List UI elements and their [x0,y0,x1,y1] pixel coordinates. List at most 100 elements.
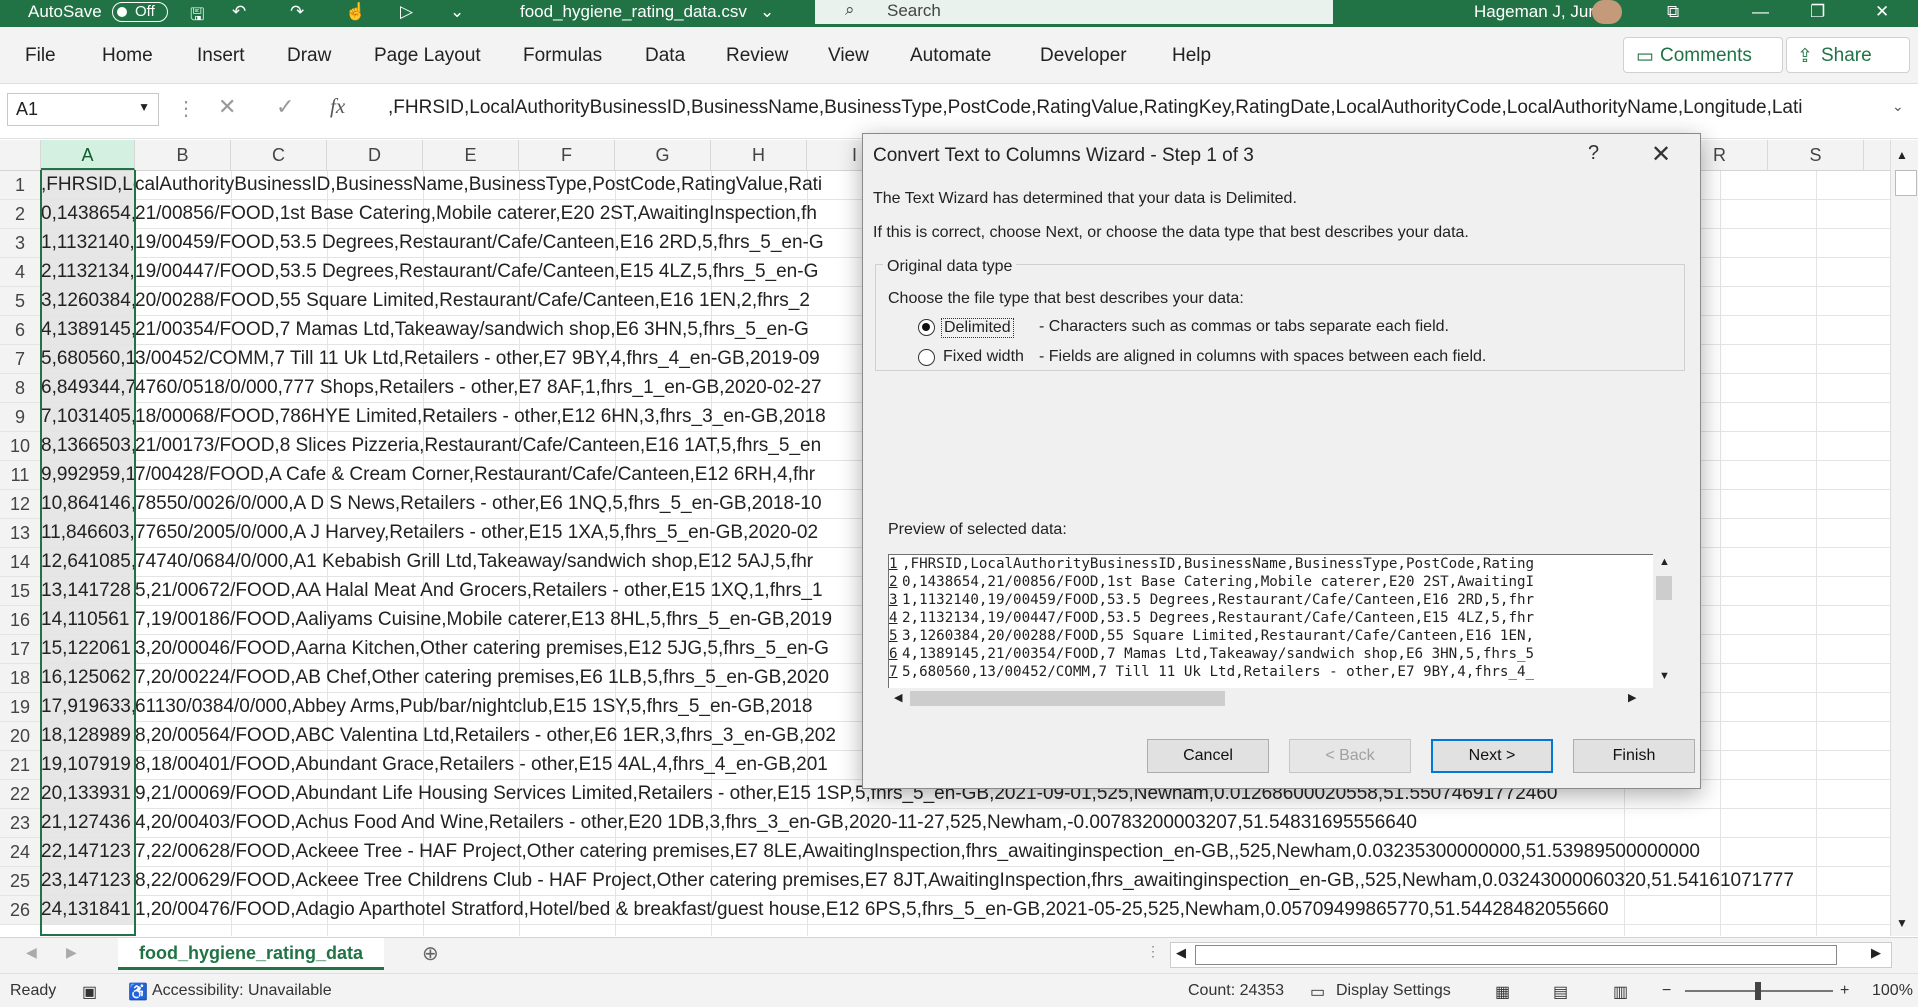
preview-scroll-thumb[interactable] [1656,576,1672,600]
menu-home[interactable]: Home [102,45,153,67]
row-header[interactable]: 22 [0,780,41,808]
zoom-level[interactable]: 100% [1872,982,1913,1000]
menu-help[interactable]: Help [1172,45,1211,67]
column-header-h[interactable]: H [711,140,807,170]
window-filename[interactable]: food_hygiene_rating_data.csv [520,2,747,22]
preview-scroll-right-icon[interactable]: ▶ [1628,691,1636,704]
preview-horizontal-scrollbar[interactable]: ◀ ▶ [888,688,1675,709]
menu-insert[interactable]: Insert [197,45,245,67]
expand-formula-icon[interactable]: ⌄ [1892,98,1904,115]
preview-vertical-scrollbar[interactable]: ▲ ▼ [1653,554,1675,688]
vertical-scrollbar[interactable]: ▲ ▼ [1890,140,1918,936]
comments-button[interactable]: ▭ Comments [1623,37,1783,73]
redo-icon[interactable]: ↷ [290,2,304,22]
back-button[interactable]: < Back [1289,739,1411,773]
row-header[interactable]: 4 [0,258,41,286]
delimited-label[interactable]: Delimited [941,318,1014,338]
row-header[interactable]: 26 [0,896,41,924]
help-icon[interactable]: ? [1588,142,1599,165]
row-header[interactable]: 14 [0,548,41,576]
row-header[interactable]: 16 [0,606,41,634]
row-header[interactable]: 17 [0,635,41,663]
column-header-c[interactable]: C [231,140,327,170]
column-header-g[interactable]: G [615,140,711,170]
ribbon-display-icon[interactable]: ⧉ [1667,2,1679,22]
undo-icon[interactable]: ↶ [232,2,246,22]
zoom-slider[interactable] [1685,982,1833,1000]
normal-view-icon[interactable]: ▦ [1495,982,1510,1002]
presenter-icon[interactable]: ▷ [400,2,413,22]
menu-data[interactable]: Data [645,45,685,67]
column-header-e[interactable]: E [423,140,519,170]
scroll-right-icon[interactable]: ▶ [1871,945,1881,961]
tab-next-icon[interactable]: ▶ [66,944,77,961]
touch-mode-icon[interactable]: ☝ [345,2,366,22]
search-box[interactable]: ⌕ Search [815,0,1333,24]
row-header[interactable]: 6 [0,316,41,344]
row-header[interactable]: 23 [0,809,41,837]
row-header[interactable]: 11 [0,461,41,489]
row-header[interactable]: 3 [0,229,41,257]
scroll-thumb[interactable] [1895,170,1917,196]
splitter-icon[interactable]: ⋮ [1146,943,1160,960]
preview-scroll-left-icon[interactable]: ◀ [894,691,902,704]
confirm-entry-icon[interactable]: ✓ [276,94,294,120]
autosave-toggle[interactable]: Off [112,2,168,22]
row-header[interactable]: 8 [0,374,41,402]
row-header[interactable]: 13 [0,519,41,547]
scroll-down-icon[interactable]: ▼ [1896,916,1908,930]
finish-button[interactable]: Finish [1573,739,1695,773]
restore-icon[interactable]: ❐ [1810,2,1825,22]
page-layout-view-icon[interactable]: ▤ [1553,982,1568,1002]
select-all-corner[interactable] [0,140,41,170]
avatar[interactable] [1592,0,1622,24]
h-scroll-thumb[interactable] [1195,945,1837,965]
accessibility-status[interactable]: Accessibility: Unavailable [152,982,332,1000]
row-header[interactable]: 2 [0,200,41,228]
formula-input[interactable]: ,FHRSID,LocalAuthorityBusinessID,Busines… [388,97,1868,119]
row-header[interactable]: 15 [0,577,41,605]
sheet-tab[interactable]: food_hygiene_rating_data [118,938,384,970]
fixed-width-label[interactable]: Fixed width [943,348,1024,366]
display-settings-icon[interactable]: ▭ [1310,982,1325,1002]
preview-scroll-up-icon[interactable]: ▲ [1659,556,1670,568]
menu-view[interactable]: View [828,45,869,67]
close-icon[interactable]: ✕ [1651,140,1671,169]
column-header-b[interactable]: B [135,140,231,170]
row-header[interactable]: 20 [0,722,41,750]
add-sheet-icon[interactable]: ⊕ [422,941,439,966]
name-box[interactable]: A1 ▼ [7,93,159,126]
zoom-in-icon[interactable]: + [1840,982,1849,1000]
column-header-s[interactable]: S [1768,140,1864,170]
scroll-up-icon[interactable]: ▲ [1896,148,1908,162]
column-header-d[interactable]: D [327,140,423,170]
accessibility-icon[interactable]: ♿ [128,982,148,1002]
column-header-a[interactable]: A [41,140,135,170]
cancel-button[interactable]: Cancel [1147,739,1269,773]
share-button[interactable]: ⇪ Share [1786,37,1910,73]
menu-draw[interactable]: Draw [287,45,331,67]
row-header[interactable]: 9 [0,403,41,431]
column-header-f[interactable]: F [519,140,615,170]
radio-fixed-width[interactable] [918,349,935,366]
row-header[interactable]: 18 [0,664,41,692]
row-header[interactable]: 19 [0,693,41,721]
tab-prev-icon[interactable]: ◀ [26,944,37,961]
radio-delimited[interactable] [918,319,935,336]
user-name[interactable]: Hageman J, Jurre [1474,2,1609,22]
row-header[interactable]: 7 [0,345,41,373]
row-header[interactable]: 5 [0,287,41,315]
insert-function-icon[interactable]: fx [330,94,345,119]
scroll-left-icon[interactable]: ◀ [1176,945,1186,961]
menu-developer[interactable]: Developer [1040,45,1127,67]
row-header[interactable]: 21 [0,751,41,779]
menu-page-layout[interactable]: Page Layout [374,45,481,67]
preview-scroll-down-icon[interactable]: ▼ [1659,670,1670,682]
close-window-icon[interactable]: ✕ [1875,2,1889,22]
customize-toolbar-icon[interactable]: ⌄ [450,2,464,22]
next-button[interactable]: Next > [1431,739,1553,773]
zoom-slider-thumb[interactable] [1755,982,1761,1000]
row-header[interactable]: 25 [0,867,41,895]
menu-file[interactable]: File [25,45,56,67]
row-header[interactable]: 12 [0,490,41,518]
